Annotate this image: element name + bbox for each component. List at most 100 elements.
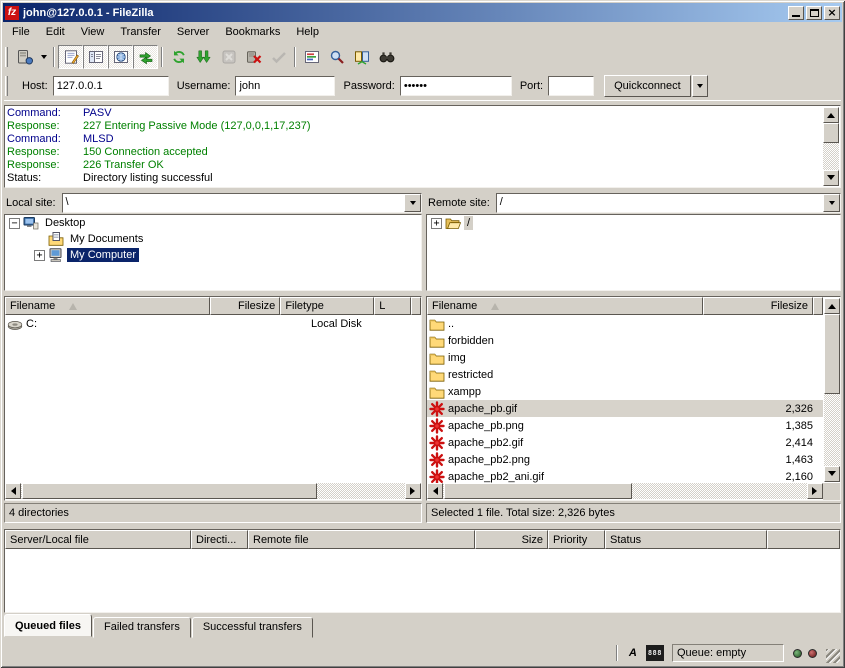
transfer-queue: Server/Local fileDirecti...Remote fileSi…	[4, 529, 841, 613]
file-row-c-[interactable]: C:Local Disk	[5, 315, 421, 332]
port-input[interactable]	[548, 76, 594, 96]
scroll-up-button[interactable]	[823, 107, 839, 123]
tab-failed-transfers[interactable]: Failed transfers	[93, 617, 191, 638]
local-horizontal-scrollbar[interactable]	[5, 483, 421, 500]
speed-limit-icon[interactable]: 888	[646, 645, 664, 661]
reconnect-button[interactable]	[266, 45, 291, 69]
column-header-status[interactable]: Status	[605, 530, 767, 549]
tree-item--[interactable]: +/	[427, 215, 840, 231]
file-row-apache-pb2.png[interactable]: apache_pb2.png1,463	[427, 451, 823, 468]
file-row-..[interactable]: ..	[427, 315, 823, 332]
synchronized-browsing-icon	[379, 49, 395, 65]
file-row-xampp[interactable]: xampp	[427, 383, 823, 400]
transfer-type-icon[interactable]: A	[624, 645, 642, 661]
column-header-size[interactable]: Size	[475, 530, 548, 549]
menu-help[interactable]: Help	[288, 23, 327, 42]
cancel-button[interactable]	[216, 45, 241, 69]
toolbar-gripper[interactable]	[5, 47, 8, 67]
log-line: Response:226 Transfer OK	[7, 159, 822, 172]
password-input[interactable]	[400, 76, 512, 96]
resize-grip[interactable]	[826, 649, 840, 663]
scroll-thumb[interactable]	[823, 123, 839, 143]
filesize-cell: 2,414	[707, 434, 819, 451]
tab-successful-transfers[interactable]: Successful transfers	[192, 617, 313, 638]
site-manager-dropdown-button[interactable]	[37, 45, 50, 69]
tab-queued-files[interactable]: Queued files	[4, 614, 92, 637]
column-header-l[interactable]: L	[374, 297, 411, 315]
file-search-button[interactable]	[324, 45, 349, 69]
local-site-dropdown-button[interactable]	[404, 194, 421, 212]
column-header-filename[interactable]: Filename	[5, 297, 210, 315]
column-header-priority[interactable]: Priority	[548, 530, 605, 549]
close-icon: ×	[827, 7, 836, 19]
remote-site-combobox[interactable]: /	[496, 193, 841, 213]
tree-expander-plus-icon[interactable]: +	[34, 250, 45, 261]
local-site-combobox[interactable]: \	[62, 193, 422, 213]
tree-item-my-computer[interactable]: +My Computer	[5, 247, 421, 263]
file-row-apache-pb2.gif[interactable]: apache_pb2.gif2,414	[427, 434, 823, 451]
scroll-thumb[interactable]	[444, 483, 632, 499]
scroll-down-button[interactable]	[823, 170, 839, 186]
file-row-apache-pb.gif[interactable]: apache_pb.gif2,326	[427, 400, 823, 417]
minimize-button[interactable]	[788, 6, 804, 20]
column-header-server-local-file[interactable]: Server/Local file	[5, 530, 191, 549]
synchronized-browsing-button[interactable]	[374, 45, 399, 69]
scroll-left-button[interactable]	[427, 483, 443, 499]
tree-item-desktop[interactable]: −Desktop	[5, 215, 421, 231]
column-header-directi-[interactable]: Directi...	[191, 530, 248, 549]
menu-file[interactable]: File	[4, 23, 38, 42]
scroll-right-button[interactable]	[807, 483, 823, 499]
remote-file-list: FilenameFilesize ..forbiddenimgrestricte…	[426, 296, 841, 501]
quickconnect-dropdown-button[interactable]	[692, 75, 708, 97]
site-manager-button[interactable]	[12, 45, 37, 69]
scroll-left-button[interactable]	[5, 483, 21, 499]
remote-horizontal-scrollbar[interactable]	[427, 483, 823, 500]
column-header-filetype[interactable]: Filetype	[280, 297, 374, 315]
quickbar-gripper[interactable]	[5, 76, 8, 96]
column-header-label: Filename	[10, 300, 55, 312]
close-button[interactable]: ×	[824, 6, 840, 20]
toggle-local-tree-button[interactable]	[83, 45, 108, 69]
menu-transfer[interactable]: Transfer	[112, 23, 169, 42]
scroll-right-button[interactable]	[405, 483, 421, 499]
quickconnect-button[interactable]: Quickconnect	[604, 75, 691, 97]
column-header-filesize[interactable]: Filesize	[210, 297, 281, 315]
filename-cell: restricted	[427, 366, 707, 383]
log-line-text: 227 Entering Passive Mode (127,0,0,1,17,…	[83, 120, 310, 132]
filter-button[interactable]	[299, 45, 324, 69]
column-header-filesize[interactable]: Filesize	[703, 297, 813, 315]
toggle-message-log-button[interactable]	[58, 45, 83, 69]
local-file-list: Filename FilesizeFiletypeL C:Local Disk	[4, 296, 422, 501]
scroll-thumb[interactable]	[22, 483, 317, 499]
log-scrollbar[interactable]	[823, 106, 840, 187]
tree-item-my-documents[interactable]: My Documents	[5, 231, 421, 247]
toggle-remote-tree-button[interactable]	[108, 45, 133, 69]
log-line-label: Command:	[7, 107, 83, 120]
menu-bookmarks[interactable]: Bookmarks	[217, 23, 288, 42]
column-header-filename[interactable]: Filename	[427, 297, 703, 315]
remote-site-dropdown-button[interactable]	[823, 194, 840, 212]
tree-expander-plus-icon[interactable]: +	[431, 218, 442, 229]
directory-comparison-button[interactable]	[349, 45, 374, 69]
chevron-down-icon	[410, 201, 416, 208]
toggle-transfer-queue-button[interactable]	[133, 45, 158, 69]
column-header-remote-file[interactable]: Remote file	[248, 530, 475, 549]
process-queue-button[interactable]	[191, 45, 216, 69]
file-row-apache-pb.png[interactable]: apache_pb.png1,385	[427, 417, 823, 434]
scroll-thumb[interactable]	[824, 314, 840, 394]
file-row-img[interactable]: img	[427, 349, 823, 366]
remote-vertical-scrollbar[interactable]	[823, 297, 840, 483]
tree-expander-minus-icon[interactable]: −	[9, 218, 20, 229]
host-input[interactable]	[53, 76, 169, 96]
maximize-button[interactable]	[806, 6, 822, 20]
refresh-button[interactable]	[166, 45, 191, 69]
menu-edit[interactable]: Edit	[38, 23, 73, 42]
scroll-up-button[interactable]	[824, 298, 840, 314]
file-row-restricted[interactable]: restricted	[427, 366, 823, 383]
disconnect-button[interactable]	[241, 45, 266, 69]
username-input[interactable]	[235, 76, 335, 96]
file-row-forbidden[interactable]: forbidden	[427, 332, 823, 349]
menu-view[interactable]: View	[73, 23, 113, 42]
scroll-down-button[interactable]	[824, 466, 840, 482]
menu-server[interactable]: Server	[169, 23, 217, 42]
